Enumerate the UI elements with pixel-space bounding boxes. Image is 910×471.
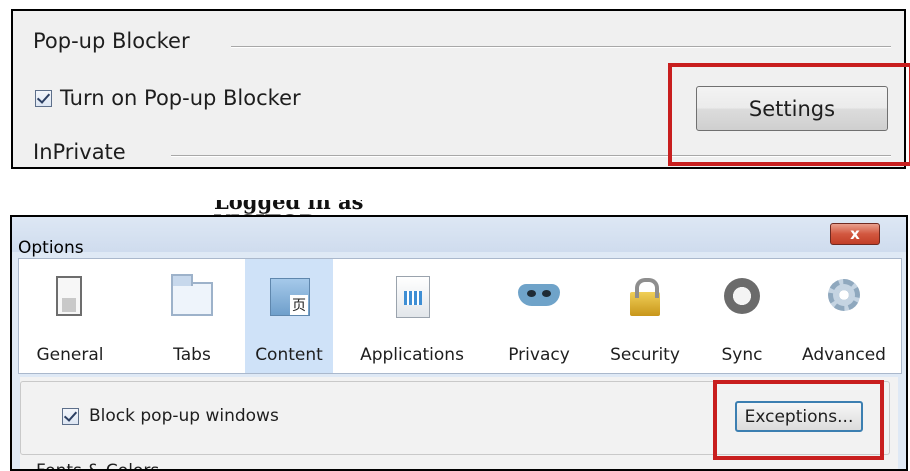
settings-highlight-box [668, 63, 910, 166]
tab-label: Tabs [173, 345, 211, 365]
padlock-icon [624, 276, 666, 318]
popup-blocker-group-title: Pop-up Blocker [33, 29, 190, 53]
turn-on-popup-blocker-label[interactable]: Turn on Pop-up Blocker [60, 86, 301, 110]
tab-tabs[interactable]: Tabs [157, 259, 227, 373]
tab-label: Security [610, 345, 680, 365]
block-popups-label[interactable]: Block pop-up windows [89, 406, 279, 426]
close-icon: x [850, 225, 860, 243]
tabs-window-icon [171, 274, 213, 318]
tab-applications[interactable]: Applications [339, 259, 485, 373]
fonts-colors-group-title: Fonts & Colors [36, 461, 160, 471]
tab-advanced[interactable]: Advanced [788, 259, 900, 373]
tab-label: Privacy [508, 345, 570, 365]
turn-on-popup-blocker-checkbox[interactable] [35, 89, 52, 107]
block-popups-checkbox[interactable] [62, 407, 79, 425]
tab-sync[interactable]: Sync [711, 259, 773, 373]
close-button[interactable]: x [830, 223, 880, 245]
tab-label: Applications [360, 345, 464, 365]
applications-icon [391, 276, 433, 318]
window-titlebar[interactable]: Options [12, 217, 906, 257]
content-page-icon [268, 276, 310, 318]
tab-label: Content [255, 345, 323, 365]
sync-icon [721, 276, 763, 318]
options-tab-toolbar: General Tabs Content Applications Privac… [18, 258, 902, 374]
tab-label: Sync [721, 345, 763, 365]
tab-security[interactable]: Security [594, 259, 696, 373]
tab-general[interactable]: General [26, 259, 114, 373]
block-popups-row[interactable]: Block pop-up windows [62, 406, 279, 426]
ie-popup-blocker-panel: Pop-up Blocker Turn on Pop-up Blocker Se… [11, 9, 910, 169]
group-divider [231, 46, 891, 48]
exceptions-highlight-box [713, 380, 884, 460]
tab-label: General [36, 345, 104, 365]
firefox-options-window: Options x General Tabs Content Applicati… [10, 215, 908, 471]
tab-content[interactable]: Content [245, 259, 333, 373]
inprivate-group-title: InPrivate [33, 140, 126, 164]
switch-icon [49, 276, 91, 318]
logged-in-caption: Logged in as VISITOR [214, 200, 364, 216]
privacy-mask-icon [518, 276, 560, 318]
tab-privacy[interactable]: Privacy [491, 259, 587, 373]
tab-label: Advanced [802, 345, 886, 365]
turn-on-popup-blocker-row[interactable]: Turn on Pop-up Blocker [35, 86, 301, 110]
window-title: Options [18, 238, 84, 258]
gear-icon [823, 276, 865, 318]
